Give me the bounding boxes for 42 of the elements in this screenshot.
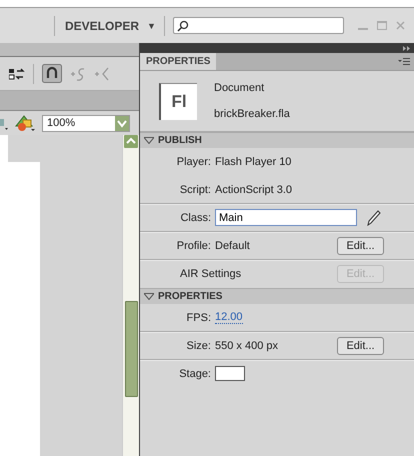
row-label: Size:	[186, 340, 211, 352]
document-icon: Fl	[159, 82, 197, 120]
color-swatch[interactable]	[215, 366, 245, 381]
section-header[interactable]: PROPERTIES	[140, 288, 414, 304]
properties-tab[interactable]: PROPERTIES	[140, 53, 216, 70]
pencil-icon[interactable]	[367, 210, 381, 226]
shapes-icon[interactable]	[14, 114, 36, 132]
row-value: 550 x 400 px	[215, 340, 278, 352]
magnet-icon[interactable]	[42, 64, 62, 83]
triangle-icon[interactable]	[144, 293, 154, 300]
zoom-combo[interactable]: 100%	[42, 114, 130, 132]
row-label: FPS:	[186, 312, 211, 324]
row-value: ActionScript 3.0	[215, 184, 292, 196]
scroll-thumb[interactable]	[124, 301, 138, 397]
row-label: Player:	[176, 156, 211, 168]
triangle-icon[interactable]	[144, 137, 154, 144]
fps-link[interactable]: 12.00	[215, 311, 243, 324]
expand-icon[interactable]	[403, 46, 410, 50]
row-value: Flash Player 10	[215, 156, 292, 168]
document-name: brickBreaker.fla	[214, 108, 290, 120]
zoom-value: 100%	[46, 117, 76, 129]
workspace-switcher[interactable]: DEVELOPER	[65, 18, 140, 32]
snap-icon[interactable]	[0, 116, 8, 130]
dropdown-icon[interactable]	[115, 116, 129, 130]
row-label: AIR Settings	[179, 268, 240, 280]
row-label: Stage:	[178, 368, 211, 380]
scroll-up-icon[interactable]	[124, 135, 138, 148]
row-label: Class:	[179, 212, 211, 224]
row-value: Default	[215, 240, 250, 252]
search-icon	[176, 20, 189, 32]
search-field[interactable]	[172, 17, 344, 34]
edit-button[interactable]: Edit...	[337, 336, 384, 354]
section-header[interactable]: PUBLISH	[140, 132, 414, 148]
document-type: Document	[214, 82, 266, 94]
edit-button[interactable]: Edit...	[337, 236, 384, 254]
panel-menu-icon[interactable]	[398, 58, 410, 66]
caret-icon[interactable]: ▼	[147, 20, 156, 30]
swap-icon[interactable]	[9, 66, 25, 80]
scroll-bar[interactable]	[122, 135, 139, 456]
class-field[interactable]: Main	[215, 209, 357, 226]
row-label: Profile:	[176, 240, 211, 252]
row-label: Script:	[178, 184, 211, 196]
